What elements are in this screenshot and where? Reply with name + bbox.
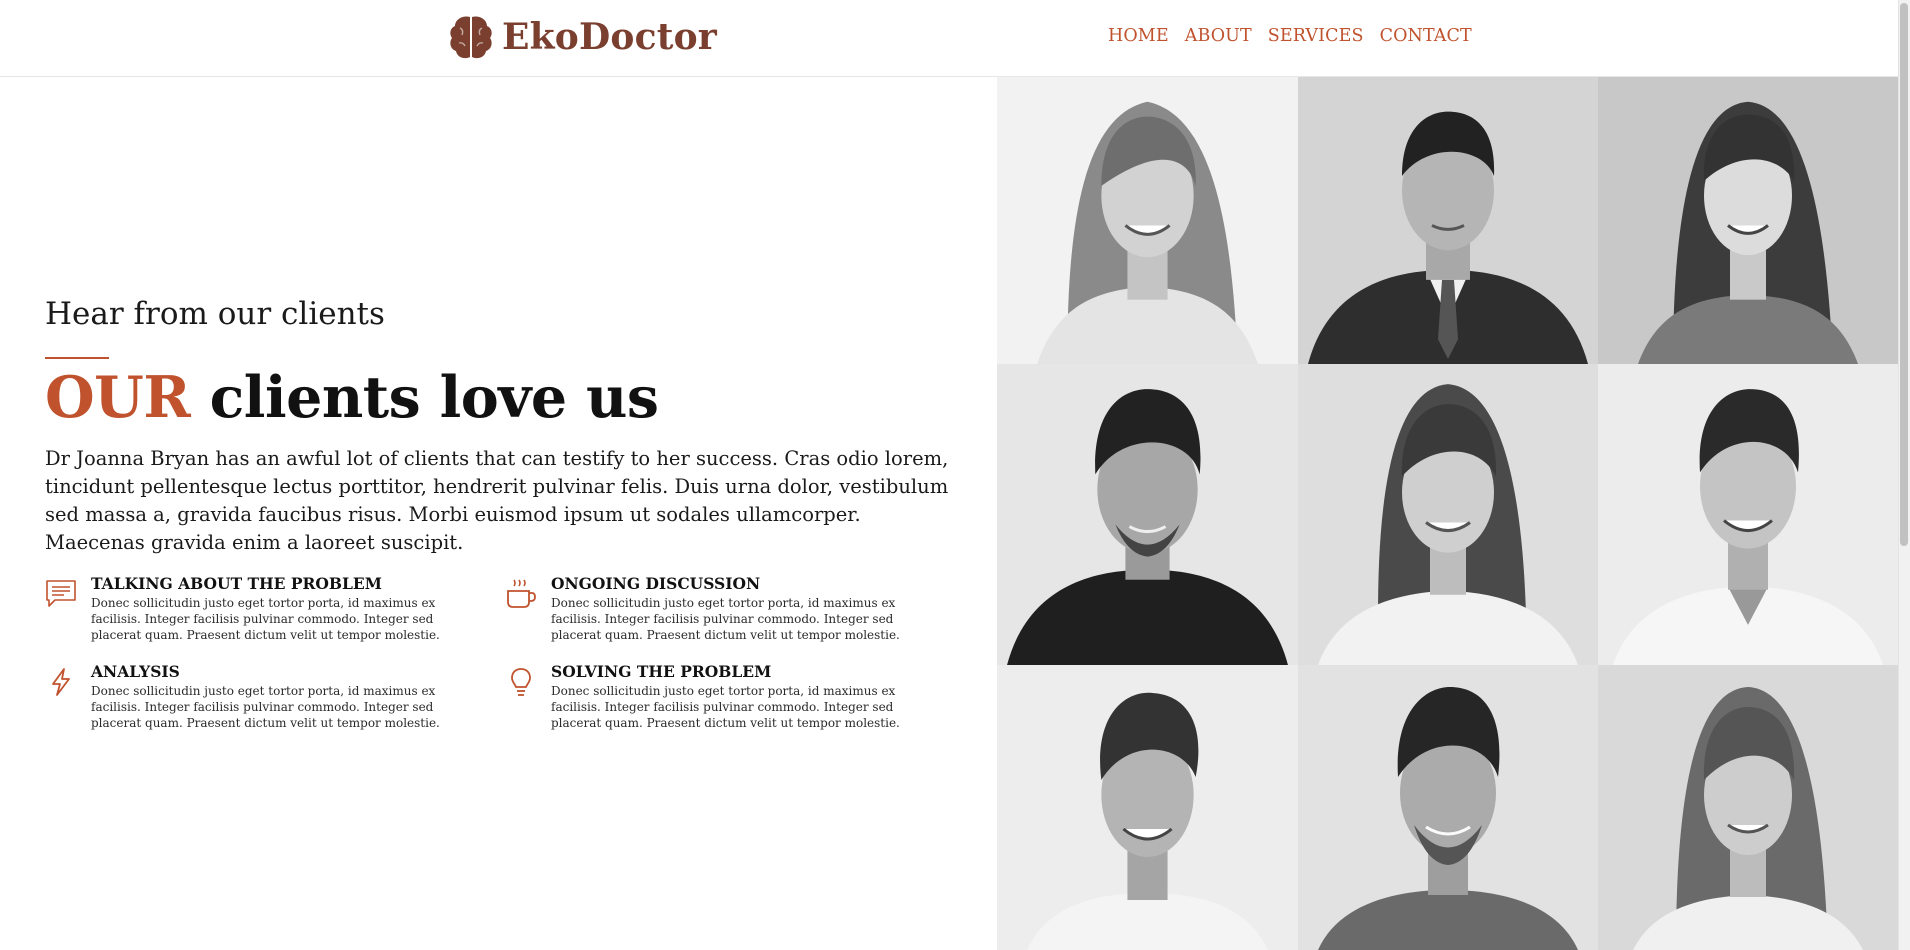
- feature-text: Donec sollicitudin justo eget tortor por…: [91, 684, 440, 730]
- client-photo: [1598, 364, 1898, 665]
- headline-accent: OUR: [45, 364, 191, 431]
- client-photo: [1298, 364, 1598, 665]
- main-nav: HOME ABOUT SERVICES CONTACT: [1108, 26, 1472, 46]
- client-photo: [997, 77, 1298, 364]
- client-photo: [1298, 77, 1598, 364]
- client-photo: [1598, 77, 1898, 364]
- brand-name: EkoDoctor: [502, 16, 717, 58]
- accent-divider: [45, 357, 109, 359]
- scrollbar-thumb[interactable]: [1900, 3, 1908, 546]
- intro-paragraph: Dr Joanna Bryan has an awful lot of clie…: [45, 447, 949, 554]
- nav-contact[interactable]: CONTACT: [1380, 26, 1472, 46]
- client-photo: [997, 364, 1298, 665]
- lightbulb-icon: [511, 668, 531, 696]
- page-scrollbar[interactable]: [1898, 0, 1910, 950]
- brain-icon: [450, 16, 492, 59]
- client-photo: [1298, 665, 1598, 950]
- feature-title: TALKING ABOUT THE PROBLEM: [91, 574, 382, 593]
- feature-text: Donec sollicitudin justo eget tortor por…: [91, 596, 440, 642]
- headline-rest: clients love us: [190, 364, 659, 431]
- feature-title: SOLVING THE PROBLEM: [551, 662, 772, 681]
- client-photo: [1598, 665, 1898, 950]
- client-photo-grid: [997, 77, 1898, 950]
- chat-icon: [46, 580, 76, 607]
- site-header: EkoDoctor HOME ABOUT SERVICES CONTACT: [0, 0, 1898, 77]
- brand-logo[interactable]: EkoDoctor: [448, 12, 717, 62]
- coffee-cup-icon: [507, 579, 536, 608]
- feature-text: Donec sollicitudin justo eget tortor por…: [551, 596, 900, 642]
- lightning-icon: [52, 668, 70, 696]
- feature-title: ONGOING DISCUSSION: [551, 574, 761, 593]
- nav-about[interactable]: ABOUT: [1185, 26, 1252, 46]
- nav-home[interactable]: HOME: [1108, 26, 1169, 46]
- feature-text: Donec sollicitudin justo eget tortor por…: [551, 684, 900, 730]
- section-subtitle: Hear from our clients: [45, 296, 385, 332]
- feature-title: ANALYSIS: [91, 662, 180, 681]
- client-photo: [997, 665, 1298, 950]
- section-headline: OUR clients love us: [45, 364, 659, 431]
- nav-services[interactable]: SERVICES: [1268, 26, 1364, 46]
